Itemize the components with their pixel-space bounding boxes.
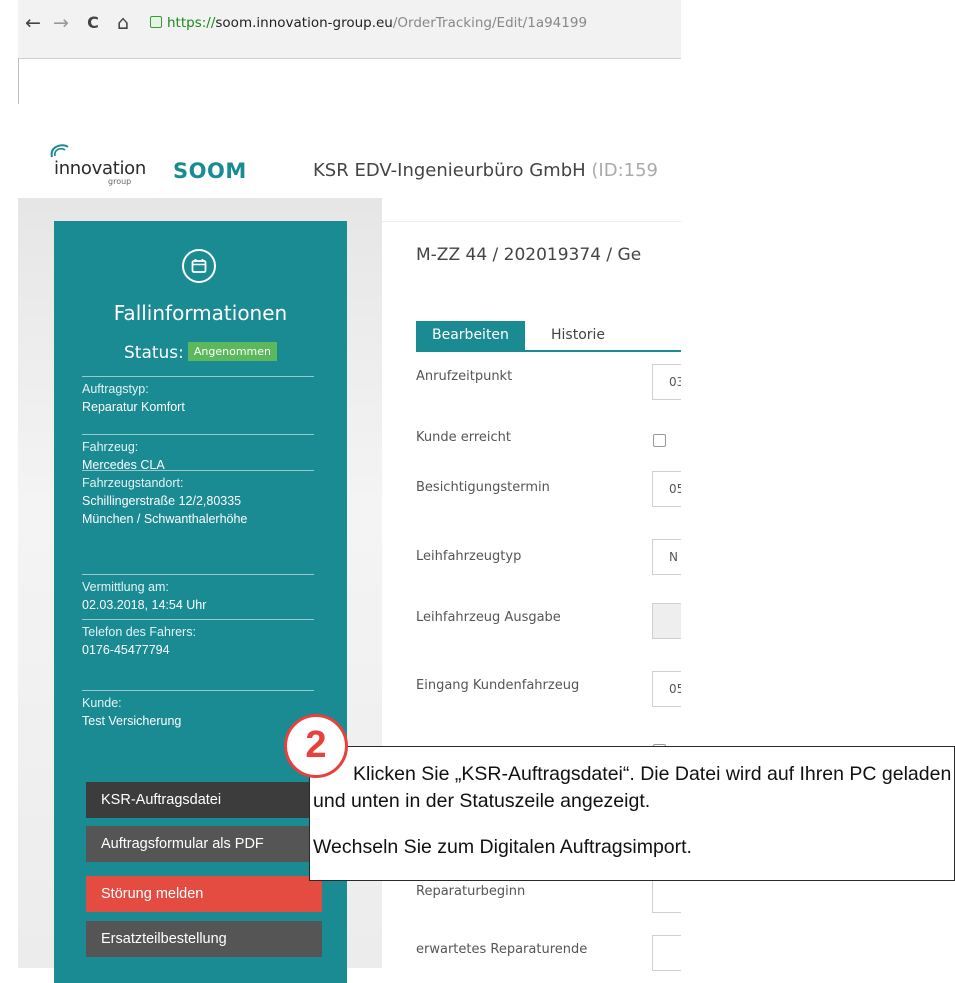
info-kunde: Kunde: Test Versicherung xyxy=(82,690,314,730)
info-vermittlung: Vermittlung am: 02.03.2018, 14:54 Uhr xyxy=(82,574,314,614)
browser-toolbar: ← → C ⌂ https://soom.innovation-group.eu… xyxy=(18,0,681,59)
status-line: Status: Angenommen xyxy=(54,341,347,363)
callout-text-2: Wechseln Sie zum Digitalen Auftragsimpor… xyxy=(313,836,692,858)
sidebar-title: Fallinformationen xyxy=(113,301,288,325)
info-fahrzeug: Fahrzeug: Mercedes CLA xyxy=(82,434,314,474)
info-value: Reparatur Komfort xyxy=(82,400,185,414)
field-label-leihfahrzeugtyp: Leihfahrzeugtyp xyxy=(416,549,522,564)
ersatzteilbestellung-button[interactable]: Ersatzteilbestellung xyxy=(86,921,322,957)
panel-divider xyxy=(382,221,681,222)
reload-icon[interactable]: C xyxy=(82,12,104,34)
app-name: SOOM xyxy=(173,159,247,183)
company-title: KSR EDV-Ingenieurbüro GmbH xyxy=(313,160,592,181)
calendar-icon xyxy=(182,249,216,283)
case-title: M-ZZ 44 / 202019374 / Ge xyxy=(416,245,642,265)
address-bar[interactable]: https://soom.innovation-group.eu/OrderTr… xyxy=(150,12,681,34)
info-value: 0176-45477794 xyxy=(82,643,170,657)
reparaturbeginn-input[interactable] xyxy=(652,877,681,913)
eingang-kundenfahrzeug-input[interactable]: 05 xyxy=(652,671,681,707)
tab-bearbeiten[interactable]: Bearbeiten xyxy=(416,321,525,350)
callout-text: Klicken Sie „KSR-Auftragsdatei“. Die Dat… xyxy=(313,761,953,861)
leihfahrzeug-ausgabe-input[interactable] xyxy=(652,603,681,639)
status-label: Status: xyxy=(123,343,184,363)
info-value: Test Versicherung xyxy=(82,714,182,728)
lock-icon xyxy=(150,16,162,28)
anrufzeitpunkt-input[interactable]: 03 xyxy=(652,364,681,400)
besichtigungstermin-input[interactable]: 05 xyxy=(652,471,681,507)
stoerung-melden-button[interactable]: Störung melden xyxy=(86,876,322,912)
step-number-badge: 2 xyxy=(284,714,348,778)
url-host: soom.innovation-group.eu xyxy=(215,15,393,31)
case-info-sidebar: Fallinformationen Status: Angenommen Auft… xyxy=(54,221,347,983)
window-edge xyxy=(18,58,19,104)
browser-window: ← → C ⌂ https://soom.innovation-group.eu… xyxy=(18,0,681,104)
info-value: 02.03.2018, 14:54 Uhr xyxy=(82,598,207,612)
nav-row: ← → C ⌂ https://soom.innovation-group.eu… xyxy=(18,12,681,36)
info-label: Auftragstyp: xyxy=(82,382,149,396)
tab-historie[interactable]: Historie xyxy=(535,321,621,350)
info-fahrzeugstandort: Fahrzeugstandort: Schillingerstraße 12/2… xyxy=(82,470,314,528)
ksr-auftragsdatei-button[interactable]: KSR-Auftragsdatei xyxy=(86,782,322,818)
field-label-eingang-kundenfahrzeug: Eingang Kundenfahrzeug xyxy=(416,678,580,693)
field-label-reparaturbeginn: Reparaturbeginn xyxy=(416,884,526,899)
url-path: /OrderTracking/Edit/1a94199 xyxy=(392,15,588,31)
reparaturende-input[interactable] xyxy=(652,935,681,971)
info-label: Vermittlung am: xyxy=(82,580,169,594)
info-auftragstyp: Auftragstyp: Reparatur Komfort xyxy=(82,376,314,416)
logo-subtitle: group xyxy=(108,177,132,186)
field-label-besichtigungstermin: Besichtigungstermin xyxy=(416,480,550,495)
field-label-reparaturende: erwartetes Reparaturende xyxy=(416,942,588,957)
field-label-kunde-erreicht: Kunde erreicht xyxy=(416,430,512,445)
home-icon[interactable]: ⌂ xyxy=(112,12,134,34)
company-id: (ID:159 xyxy=(591,160,659,181)
auftragsformular-pdf-button[interactable]: Auftragsformular als PDF xyxy=(86,826,322,862)
company-name: KSR EDV-Ingenieurbüro GmbH (ID:159 xyxy=(313,160,681,181)
leihfahrzeugtyp-select[interactable]: N xyxy=(652,539,681,575)
info-value-line2: München / Schwanthalerhöhe xyxy=(82,512,248,526)
back-icon[interactable]: ← xyxy=(22,12,44,34)
kunde-erreicht-checkbox[interactable] xyxy=(653,434,666,447)
status-badge: Angenommen xyxy=(187,341,278,361)
info-label: Fahrzeug: xyxy=(82,440,139,454)
info-label: Fahrzeugstandort: xyxy=(82,476,184,490)
instruction-callout: Klicken Sie „KSR-Auftragsdatei“. Die Dat… xyxy=(309,746,955,881)
tab-underline xyxy=(416,350,681,352)
info-label: Kunde: xyxy=(82,696,122,710)
field-label-leihfahrzeug-ausgabe: Leihfahrzeug Ausgabe xyxy=(416,610,561,625)
forward-icon[interactable]: → xyxy=(50,12,72,34)
callout-text-1: Klicken Sie „KSR-Auftragsdatei“. Die Dat… xyxy=(313,763,952,812)
url-protocol: https:// xyxy=(167,15,216,31)
logo-word: innovation xyxy=(54,158,146,179)
field-label-anrufzeitpunkt: Anrufzeitpunkt xyxy=(416,369,513,384)
info-telefon: Telefon des Fahrers: 0176-45477794 xyxy=(82,619,314,659)
info-value: Schillingerstraße 12/2,80335 xyxy=(82,494,242,508)
app-logo[interactable]: innovation group SOOM xyxy=(48,144,248,186)
info-label: Telefon des Fahrers: xyxy=(82,625,196,639)
